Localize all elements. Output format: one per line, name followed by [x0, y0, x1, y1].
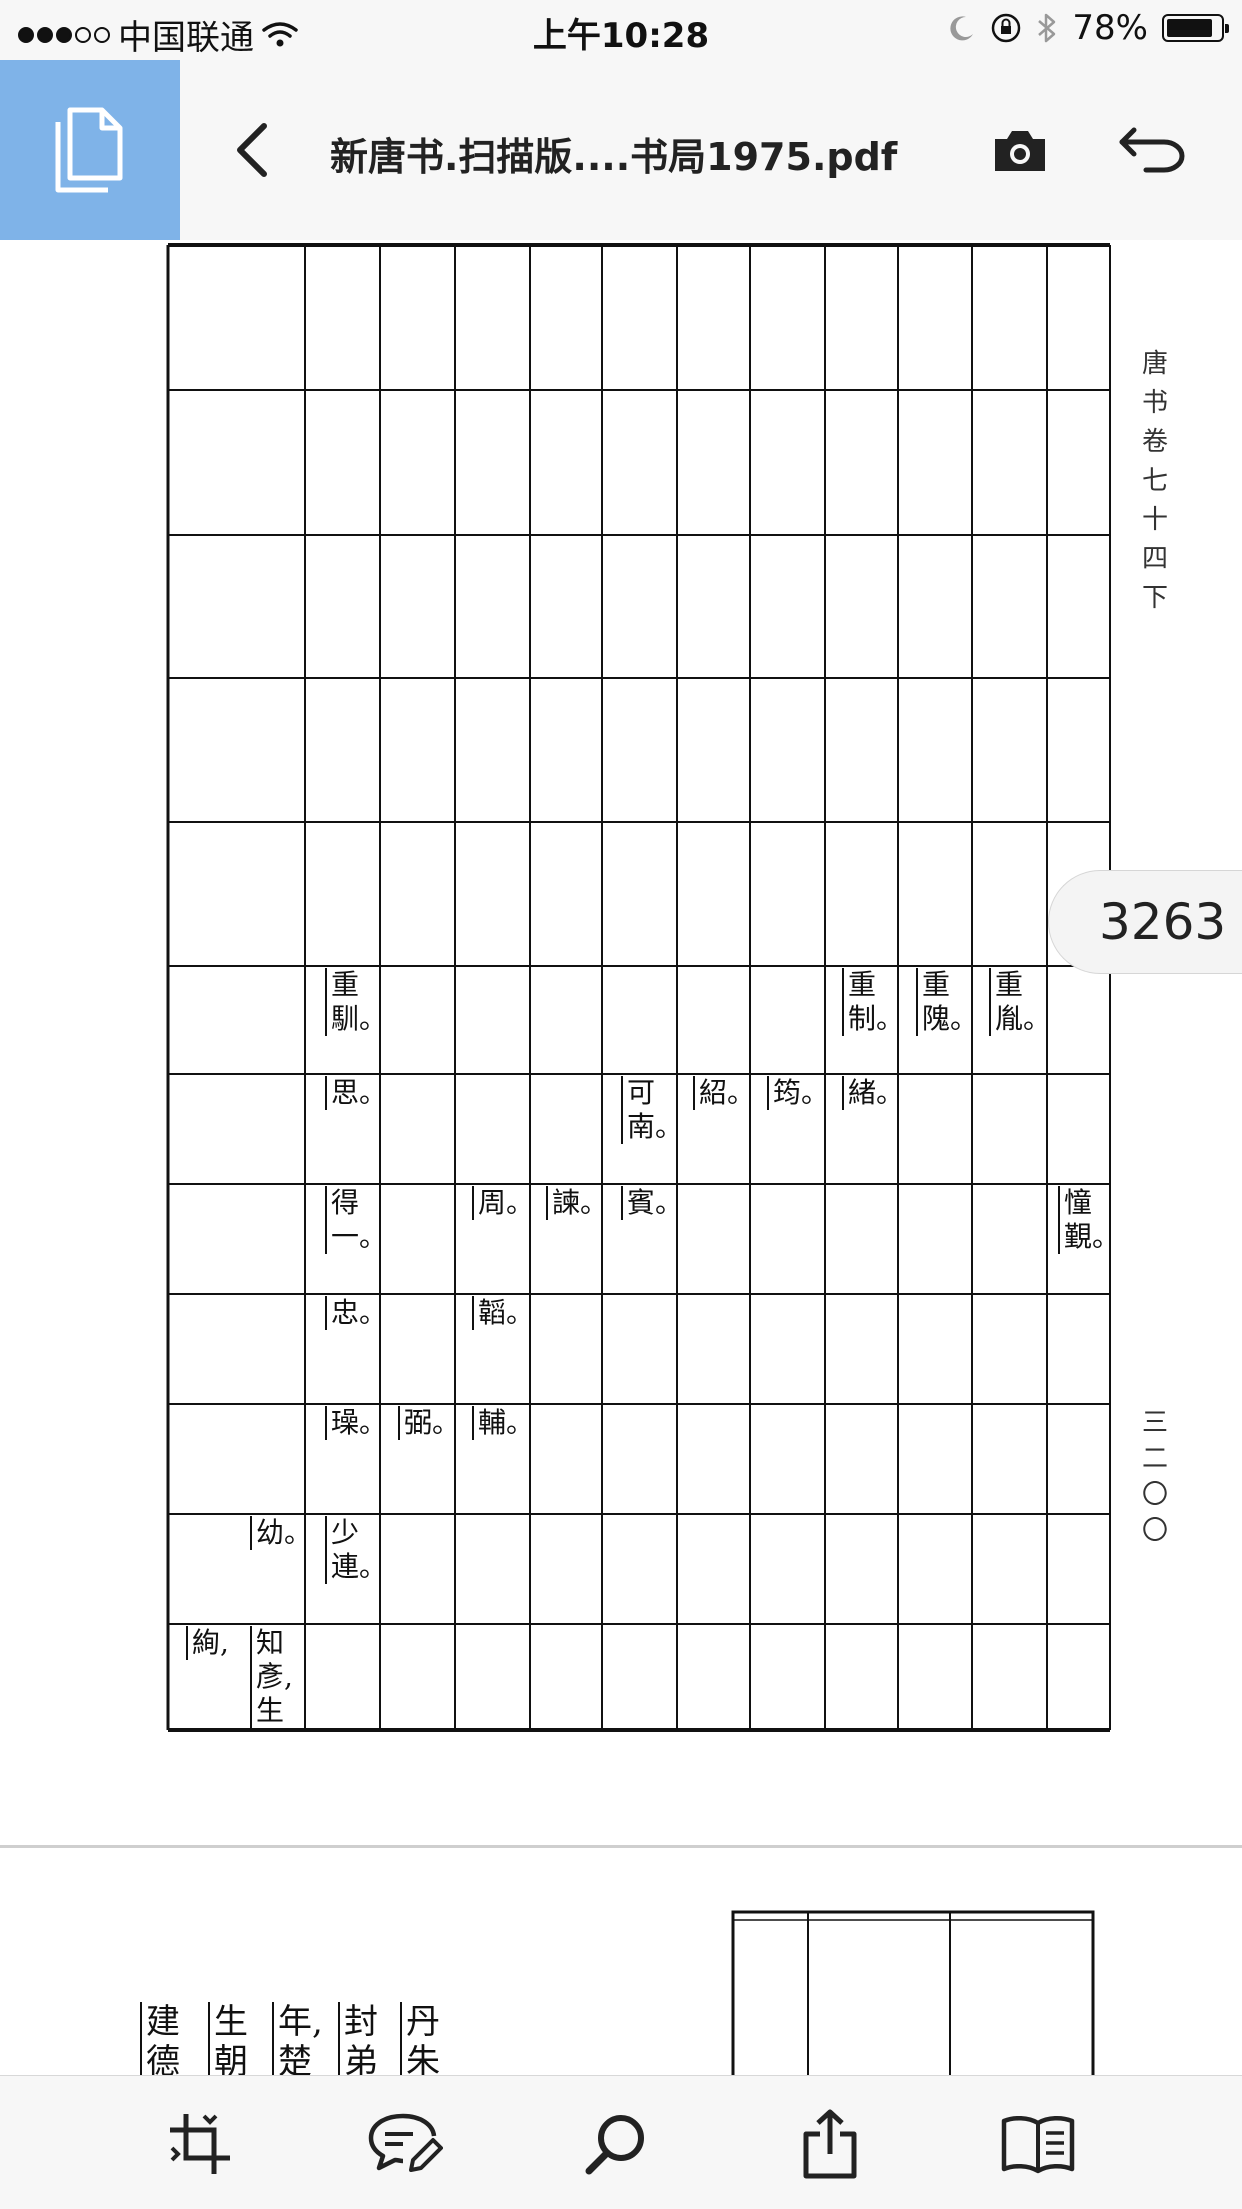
share-icon: [803, 2109, 857, 2179]
bookmarks-button[interactable]: [998, 2104, 1078, 2184]
orientation-lock-icon: [992, 13, 1021, 43]
page-number-char: 〇: [1141, 1480, 1168, 1510]
crop-pages-icon: [170, 2114, 230, 2174]
table-cell-entry: 思。: [325, 1076, 389, 1110]
caption-char: 四: [1141, 544, 1168, 574]
table-cell-entry: 幼。: [250, 1516, 314, 1550]
search-icon: [585, 2115, 644, 2175]
next-page-column: 丹朱: [400, 2002, 446, 2075]
table-cell-entry: 緒。: [842, 1076, 906, 1110]
table-cell-entry: 諫。: [546, 1186, 610, 1220]
caption-char: 卷: [1141, 427, 1168, 457]
table-cell-entry: 得一。: [325, 1186, 389, 1254]
table-cell-entry: 賓。: [621, 1186, 685, 1220]
table-cell-entry: 紹。: [693, 1076, 757, 1110]
table-cell-entry: 重隗。: [916, 968, 980, 1036]
table-cell-entry: 弼。: [398, 1406, 462, 1440]
battery-icon: [1162, 14, 1229, 42]
page-number-char: 二: [1141, 1444, 1168, 1474]
table-cell-entry: 重胤。: [989, 968, 1053, 1036]
caption-char: 七: [1141, 466, 1168, 496]
table-cell-entry: 可南。: [621, 1076, 685, 1144]
back-button[interactable]: [220, 118, 284, 182]
search-button[interactable]: [575, 2104, 655, 2184]
page-number-badge[interactable]: 3263: [1048, 870, 1242, 974]
camera-icon: [995, 131, 1045, 171]
book-open-icon: [1001, 2116, 1075, 2174]
table-cell-entry: 憧覲。: [1058, 1186, 1122, 1254]
chapter-caption: 唐书卷七十四下: [1138, 345, 1172, 618]
table-cell-entry: 韜。: [472, 1296, 536, 1330]
page-number-label: 3263: [1099, 893, 1227, 951]
table-cell-entry: 周。: [472, 1186, 536, 1220]
undo-arrow-icon: [1119, 127, 1184, 173]
do-not-disturb-moon-icon: [950, 16, 974, 41]
table-cell-entry: 重馴。: [325, 968, 389, 1036]
next-page-column: 生朝: [208, 2002, 254, 2075]
table-cell-entry: 知彥,生: [250, 1626, 314, 1728]
table-cell-entry: 忠。: [325, 1296, 389, 1330]
camera-button[interactable]: [985, 115, 1055, 185]
table-cell-entry: 輔。: [472, 1406, 536, 1440]
genealogy-table-grid: [166, 243, 1111, 1732]
pdf-page-viewport[interactable]: 唐书卷七十四下 三二〇〇 重馴。 重制。 重隗。 重胤。 思。 可南。 紹。 筠。 緒。 得一。周…: [0, 240, 1242, 2075]
undo-button[interactable]: [1115, 115, 1190, 185]
bottom-toolbar: [0, 2075, 1242, 2209]
status-bar: 中国联通 上午10:28 78%: [0, 0, 1242, 60]
nav-bar: 新唐书.扫描版....书局1975.pdf: [0, 60, 1242, 241]
next-page-column: 封弟: [338, 2002, 384, 2075]
table-cell-entry: 重制。: [842, 968, 906, 1036]
table-cell-entry: 璪。: [325, 1406, 389, 1440]
caption-char: 十: [1141, 505, 1168, 535]
comment-pen-icon: [368, 2113, 443, 2172]
caption-char: 唐: [1141, 349, 1168, 379]
table-cell-entry: 絢,: [186, 1626, 250, 1660]
caption-char: 书: [1141, 388, 1168, 418]
crop-button[interactable]: [160, 2104, 240, 2184]
status-right: 78%: [948, 8, 1229, 48]
documents-icon: [55, 107, 123, 193]
battery-percent: 78%: [1072, 8, 1148, 48]
next-page-column: 年,楚: [272, 2002, 323, 2075]
share-button[interactable]: [790, 2104, 870, 2184]
printed-page-number: 三二〇〇: [1138, 1405, 1172, 1549]
table-cell-entry: 少連。: [325, 1516, 389, 1584]
chevron-left-icon: [237, 123, 267, 177]
comment-button[interactable]: [365, 2104, 445, 2184]
next-page-table-grid: [731, 1910, 1095, 2075]
bluetooth-icon: [1038, 13, 1056, 43]
documents-button[interactable]: [0, 60, 180, 240]
page-number-char: 〇: [1141, 1516, 1168, 1546]
table-cell-entry: 筠。: [767, 1076, 831, 1110]
page-number-char: 三: [1141, 1408, 1168, 1438]
document-title: 新唐书.扫描版....书局1975.pdf: [330, 135, 898, 179]
next-page-column: 建德: [140, 2002, 186, 2075]
caption-char: 下: [1141, 583, 1168, 613]
